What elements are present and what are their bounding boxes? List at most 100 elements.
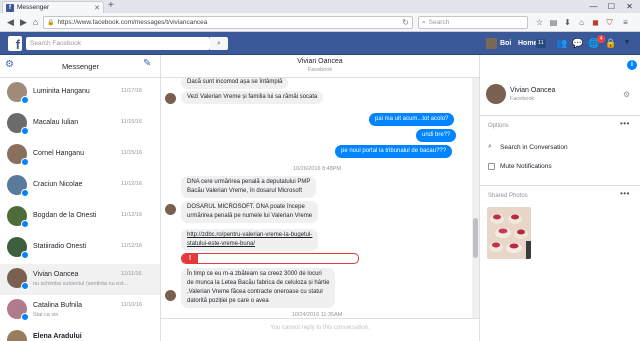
account-menu-icon[interactable]: ▼: [621, 37, 633, 49]
options-label: Options: [488, 123, 509, 129]
message-line: DOSARUL MICROSOFT. DNA poate începe: [187, 204, 305, 210]
settings-gear-icon[interactable]: ⚙: [623, 90, 630, 99]
link-preview-error: !: [181, 253, 359, 264]
browser-tab[interactable]: f Messenger ✕: [2, 1, 104, 13]
divider: [480, 185, 640, 186]
more-options-icon[interactable]: •••: [620, 189, 630, 198]
friend-requests-icon[interactable]: 👥: [556, 37, 568, 49]
address-bar[interactable]: 🔒 https://www.facebook.com/messages/t/vi…: [43, 16, 413, 29]
messenger-badge-icon: [21, 96, 29, 104]
no-reply-notice: You cannot reply to this conversation.: [161, 318, 479, 341]
messages-icon[interactable]: 💬: [572, 37, 584, 49]
menu-icon[interactable]: ≡: [620, 17, 631, 28]
messenger-badge-icon: [21, 127, 29, 135]
search-in-conversation-option[interactable]: ⌕ Search in Conversation: [488, 143, 568, 151]
avatar: [7, 330, 27, 341]
conversation-date: 11/12/16: [121, 243, 143, 249]
message-list: Dacă sunt incomod așa se întâmplă Vezi V…: [161, 78, 473, 318]
conversation-date: 11/15/16: [121, 150, 143, 156]
downloads-icon[interactable]: ⬇: [562, 17, 573, 28]
pocket-icon[interactable]: ◼: [590, 17, 601, 28]
conversation-item-active[interactable]: Vivian Oancea nu schimba subiectul (sent…: [0, 264, 160, 295]
maximize-icon[interactable]: ☐: [603, 0, 620, 13]
facebook-search-input[interactable]: Search Facebook: [26, 37, 210, 50]
reading-list-icon[interactable]: ▤: [548, 17, 559, 28]
messenger-badge-icon: [21, 189, 29, 197]
conversation-item[interactable]: Cornel Hanganu 11/15/16: [0, 140, 160, 171]
messenger-header: ⚙ Messenger ✎: [0, 55, 160, 78]
incoming-message: În timp ce eu m-a zbăteam sa creez 3000 …: [181, 268, 336, 308]
shared-photo-thumbnail[interactable]: [487, 207, 531, 259]
conversation-snippet: nu schimba subiectul (sentinta nu est...: [33, 281, 129, 287]
browser-search-placeholder: Search: [428, 19, 450, 26]
conversation-date: 11/11/16: [121, 271, 142, 277]
conversation-date: 11/17/16: [121, 88, 143, 94]
conversation-item[interactable]: Elena Aradului: [0, 326, 160, 341]
option-label: Search in Conversation: [500, 143, 568, 151]
message-line: urmărirea penală pe numele lui Valerian …: [187, 213, 313, 219]
conversation-item[interactable]: Catalina Bufnila Stai ca vin 11/10/16: [0, 295, 160, 326]
contact-name[interactable]: Vivian Oancea: [510, 87, 555, 94]
conversation-name: Bogdan de la Onesti: [33, 212, 97, 219]
messenger-title: Messenger: [61, 62, 100, 71]
message-timestamp: 10/26/2016 8:48PM: [292, 166, 341, 172]
message-link[interactable]: http://zdbc.ro/pentru-valerian-vreme-la-…: [187, 231, 312, 240]
mute-notifications-option[interactable]: Mute Notifications: [488, 163, 552, 170]
search-icon: ⌕: [488, 143, 492, 150]
home-icon[interactable]: ⌂: [29, 16, 42, 29]
outgoing-message: pai ma uit acum...tot acolo?: [369, 113, 455, 126]
option-label: Mute Notifications: [500, 163, 552, 170]
compose-message-icon[interactable]: ✎: [143, 58, 151, 69]
conversation-list-panel: ⚙ Messenger ✎ Luminita Hanganu 11/17/16 …: [0, 55, 161, 341]
avatar[interactable]: [486, 84, 506, 104]
message-line: În timp ce eu m-a zbăteam sa creez 3000 …: [187, 271, 322, 277]
link-message[interactable]: http://zdbc.ro/pentru-valerian-vreme-la-…: [181, 229, 319, 251]
divider: [480, 115, 640, 116]
facebook-top-bar: f Search Facebook ⌕ Boi Home 11 👥 💬 🌐 4 …: [0, 32, 640, 55]
facebook-search-placeholder: Search Facebook: [30, 40, 81, 47]
message-link[interactable]: statului-este-vreme-buna/: [187, 240, 312, 249]
mute-checkbox[interactable]: [488, 163, 495, 170]
avatar[interactable]: [486, 38, 497, 49]
thread-scrollbar[interactable]: [472, 78, 479, 318]
conversation-item[interactable]: Statiiradio Onesti 11/12/16: [0, 233, 160, 264]
shared-photos-label: Shared Photos: [488, 193, 528, 199]
minimize-icon[interactable]: —: [585, 0, 602, 13]
adblock-shield-icon[interactable]: ⛉: [604, 17, 615, 28]
message-line: DNA cere urmărirea penală a deputatului …: [187, 179, 311, 185]
home-link[interactable]: Home: [518, 38, 537, 49]
browser-search-input[interactable]: ⌕ Search: [418, 16, 528, 29]
conversation-item[interactable]: Craciun Nicolae 11/12/16: [0, 171, 160, 202]
conversation-name: Macalau Iulian: [33, 119, 79, 126]
conversation-name: Catalina Bufnila: [33, 302, 83, 309]
message-line: datorită poziției pe care o avea: [187, 298, 269, 304]
conversation-item[interactable]: Bogdan de la Onesti 11/12/16: [0, 202, 160, 233]
conversation-date: 11/15/16: [121, 119, 143, 125]
facebook-logo-icon[interactable]: f: [8, 36, 22, 52]
message-line: ,Valerian Vreme făcea contracte oneroase…: [187, 289, 323, 295]
thread-contact-subtitle: Facebook: [307, 67, 333, 73]
more-options-icon[interactable]: •••: [620, 119, 630, 128]
search-icon[interactable]: ⌕: [210, 37, 228, 50]
back-icon[interactable]: ◀: [4, 16, 17, 29]
bookmark-star-icon[interactable]: ☆: [534, 17, 545, 28]
scrollbar-thumb[interactable]: [473, 218, 478, 258]
quick-help-icon[interactable]: 🔒: [605, 37, 617, 49]
home-toolbar-icon[interactable]: ⌂: [576, 17, 587, 28]
messenger-badge-icon: [21, 158, 29, 166]
conversation-item[interactable]: Luminita Hanganu 11/17/16: [0, 78, 160, 109]
thread-contact-name[interactable]: Vivian Oancea: [161, 58, 479, 65]
incoming-message: Vezi Valerian Vreme și familia lui sa ră…: [181, 91, 324, 104]
profile-link[interactable]: Boi: [500, 38, 511, 49]
new-tab-icon[interactable]: +: [108, 1, 114, 11]
window-close-icon[interactable]: ✕: [621, 0, 638, 13]
info-icon[interactable]: i: [627, 60, 637, 70]
tab-close-icon[interactable]: ✕: [94, 4, 100, 12]
incoming-message: DNA cere urmărirea penală a deputatului …: [181, 176, 317, 198]
sender-avatar: [165, 204, 176, 215]
message-line: Bacău Valerian Vreme, în dosarul Microso…: [187, 188, 303, 194]
home-count-badge: 11: [536, 39, 546, 48]
conversation-item[interactable]: Macalau Iulian 11/15/16: [0, 109, 160, 140]
shared-photo-image: [487, 207, 531, 259]
reload-icon[interactable]: ↻: [402, 18, 409, 27]
